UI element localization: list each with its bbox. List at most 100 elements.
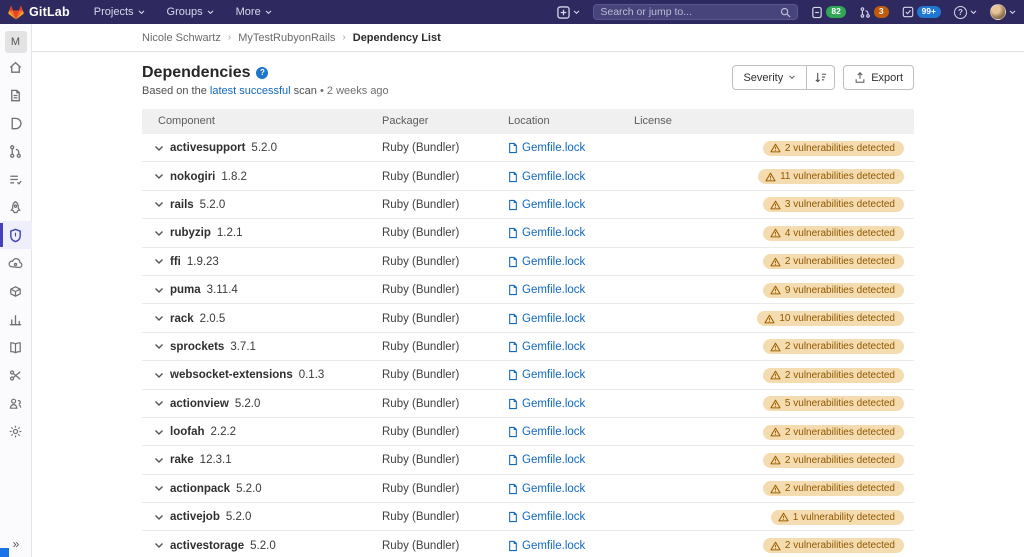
location-link[interactable]: Gemfile.lock — [508, 199, 585, 211]
packager-cell: Ruby (Bundler) — [382, 539, 460, 552]
export-button[interactable]: Export — [843, 65, 914, 90]
warning-triangle-icon — [765, 172, 776, 181]
scan-timestamp: 2 weeks ago — [326, 85, 389, 97]
location-link[interactable]: Gemfile.lock — [508, 454, 585, 466]
chevron-down-icon[interactable] — [154, 542, 164, 549]
table-row[interactable]: rubyzip 1.2.1 Ruby (Bundler) Gemfile.loc… — [142, 219, 914, 248]
location-link[interactable]: Gemfile.lock — [508, 483, 585, 495]
component-version: 1.2.1 — [216, 227, 243, 240]
chevron-down-icon[interactable] — [154, 457, 164, 464]
chevron-down-icon[interactable] — [154, 429, 164, 436]
chevron-down-icon[interactable] — [154, 514, 164, 521]
home-icon — [9, 61, 22, 73]
sidebar-item-project-overview[interactable] — [0, 53, 32, 81]
vulnerability-badge: 4 vulnerabilities detected — [762, 225, 904, 241]
search-input[interactable] — [600, 6, 781, 18]
location-cell: Gemfile.lock — [508, 361, 585, 389]
sidebar-item-repository[interactable] — [0, 81, 32, 109]
nav-groups[interactable]: Groups — [167, 6, 214, 18]
sidebar-item-wiki[interactable] — [0, 333, 32, 361]
sidebar-item-issues[interactable] — [0, 109, 32, 137]
table-row[interactable]: activejob 5.2.0 Ruby (Bundler) Gemfile.l… — [142, 503, 914, 532]
gear-icon — [9, 425, 22, 437]
merge-requests-indicator[interactable]: 3 — [859, 6, 889, 19]
chevron-down-icon[interactable] — [154, 343, 164, 350]
vulnerability-cell: 2 vulnerabilities detected — [762, 361, 904, 389]
vulnerability-badge: 2 vulnerabilities detected — [762, 538, 904, 554]
location-link[interactable]: Gemfile.lock — [508, 256, 585, 268]
table-row[interactable]: rack 2.0.5 Ruby (Bundler) Gemfile.lock 1… — [142, 304, 914, 333]
project-avatar[interactable]: M — [4, 31, 27, 53]
location-link[interactable]: Gemfile.lock — [508, 341, 585, 353]
table-row[interactable]: sprockets 3.7.1 Ruby (Bundler) Gemfile.l… — [142, 333, 914, 362]
chevron-down-icon[interactable] — [154, 258, 164, 265]
sidebar-item-security-compliance[interactable] — [0, 221, 32, 249]
sidebar-item-snippets[interactable] — [0, 361, 32, 389]
file-icon — [509, 426, 517, 438]
table-row[interactable]: nokogiri 1.8.2 Ruby (Bundler) Gemfile.lo… — [142, 162, 914, 191]
vulnerability-badge: 2 vulnerabilities detected — [762, 452, 904, 468]
todos-indicator[interactable]: 99+ — [902, 6, 941, 18]
table-row[interactable]: actionpack 5.2.0 Ruby (Bundler) Gemfile.… — [142, 475, 914, 504]
table-row[interactable]: activesupport 5.2.0 Ruby (Bundler) Gemfi… — [142, 134, 914, 163]
chevron-down-icon[interactable] — [154, 400, 164, 407]
sidebar-item-settings[interactable] — [0, 417, 32, 445]
location-link[interactable]: Gemfile.lock — [508, 313, 585, 325]
chevron-down-icon[interactable] — [154, 372, 164, 379]
table-row[interactable]: actionview 5.2.0 Ruby (Bundler) Gemfile.… — [142, 390, 914, 418]
chevron-down-icon[interactable] — [154, 230, 164, 237]
vulnerability-badge: 2 vulnerabilities detected — [762, 367, 904, 383]
chevron-down-icon[interactable] — [154, 173, 164, 180]
gitlab-logo[interactable]: GitLab — [8, 5, 70, 20]
table-row[interactable]: activestorage 5.2.0 Ruby (Bundler) Gemfi… — [142, 531, 914, 557]
location-link[interactable]: Gemfile.lock — [508, 171, 585, 183]
help-menu[interactable]: ? — [954, 5, 977, 19]
vulnerability-badge: 2 vulnerabilities detected — [762, 140, 904, 156]
location-link[interactable]: Gemfile.lock — [508, 284, 585, 296]
global-search[interactable] — [593, 4, 799, 20]
help-question-icon[interactable]: ? — [256, 66, 269, 79]
chevron-down-icon[interactable] — [154, 315, 164, 322]
latest-successful-scan-link[interactable]: latest successful — [210, 85, 291, 97]
sidebar-item-cicd[interactable] — [0, 193, 32, 221]
sidebar-item-analytics[interactable] — [0, 305, 32, 333]
location-link[interactable]: Gemfile.lock — [508, 142, 585, 154]
location-link[interactable]: Gemfile.lock — [508, 540, 585, 552]
sidebar-item-operations[interactable] — [0, 249, 32, 277]
table-row[interactable]: ffi 1.9.23 Ruby (Bundler) Gemfile.lock 2… — [142, 248, 914, 276]
severity-filter-button[interactable]: Severity — [732, 65, 808, 90]
chevron-down-icon[interactable] — [154, 145, 164, 152]
location-link[interactable]: Gemfile.lock — [508, 369, 585, 381]
component-version: 3.7.1 — [230, 340, 256, 353]
sidebar-item-members[interactable] — [0, 389, 32, 417]
sidebar-item-requirements[interactable] — [0, 165, 32, 193]
sidebar-item-merge-requests[interactable] — [0, 137, 32, 165]
table-row[interactable]: puma 3.11.4 Ruby (Bundler) Gemfile.lock — [142, 276, 914, 305]
chevron-down-icon[interactable] — [154, 201, 164, 208]
table-row[interactable]: loofah 2.2.2 Ruby (Bundler) Gemfile.lock — [142, 418, 914, 447]
packager-cell: Ruby (Bundler) — [382, 198, 460, 211]
chevron-down-icon[interactable] — [154, 485, 164, 492]
chevron-down-icon[interactable] — [154, 287, 164, 294]
breadcrumb-project-link[interactable]: MyTestRubyonRails — [238, 32, 335, 44]
sort-direction-button[interactable] — [807, 65, 836, 90]
location-link[interactable]: Gemfile.lock — [508, 398, 585, 410]
table-row[interactable]: rake 12.3.1 Ruby (Bundler) Gemfile.lock — [142, 446, 914, 475]
table-row[interactable]: websocket-extensions 0.1.3 Ruby (Bundler… — [142, 361, 914, 390]
breadcrumb-bar: Nicole Schwartz › MyTestRubyonRails › De… — [32, 24, 1024, 52]
nav-more[interactable]: More — [236, 6, 272, 18]
chevron-down-icon — [207, 9, 214, 14]
new-menu-button[interactable] — [557, 5, 580, 19]
scan-subtitle: Based on the latest successful scan • 2 … — [142, 85, 389, 97]
user-menu[interactable] — [990, 4, 1016, 20]
table-row[interactable]: rails 5.2.0 Ruby (Bundler) Gemfile.lock — [142, 191, 914, 220]
vulnerability-cell: 2 vulnerabilities detected — [762, 134, 904, 162]
location-link[interactable]: Gemfile.lock — [508, 227, 585, 239]
breadcrumb-group-link[interactable]: Nicole Schwartz — [142, 32, 221, 44]
location-link[interactable]: Gemfile.lock — [508, 511, 585, 523]
location-link[interactable]: Gemfile.lock — [508, 426, 585, 438]
issues-indicator[interactable]: 82 — [811, 6, 846, 19]
sidebar-item-packages[interactable] — [0, 277, 32, 305]
nav-projects[interactable]: Projects — [94, 6, 145, 18]
warning-triangle-icon — [770, 456, 781, 465]
